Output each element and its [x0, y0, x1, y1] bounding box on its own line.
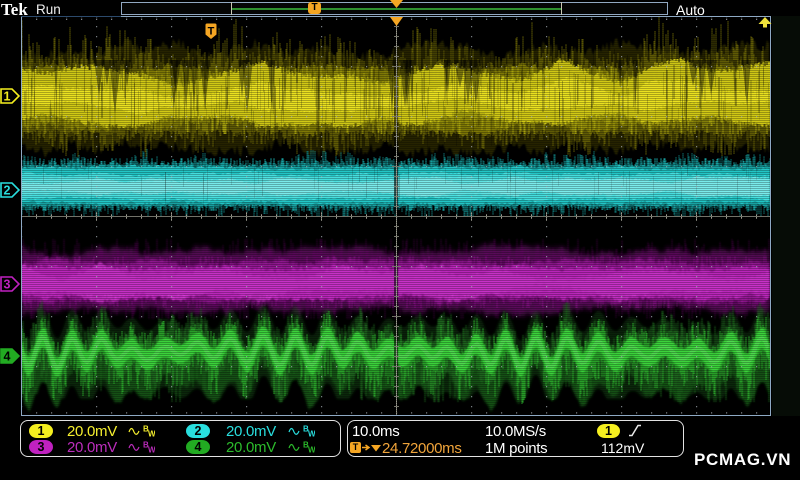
svg-text:3: 3 — [4, 278, 11, 292]
svg-text:W: W — [308, 446, 315, 455]
svg-text:W: W — [148, 446, 155, 455]
svg-text:1: 1 — [4, 90, 11, 104]
svg-text:T: T — [208, 26, 215, 38]
svg-text:W: W — [308, 430, 315, 439]
svg-text:4: 4 — [4, 350, 11, 364]
svg-text:W: W — [148, 430, 155, 439]
svg-text:2: 2 — [4, 184, 11, 198]
